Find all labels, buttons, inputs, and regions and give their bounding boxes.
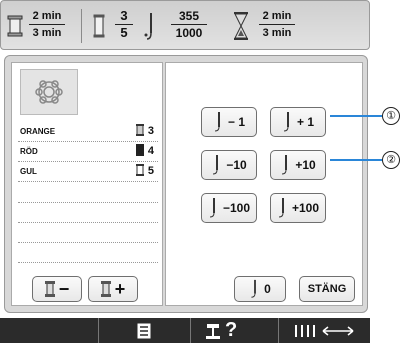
divider	[81, 9, 82, 43]
empty-row	[18, 221, 158, 223]
needle-minus-100-button[interactable]: −100	[201, 193, 257, 223]
callout-line-1	[330, 115, 382, 117]
close-button[interactable]: STÄNG	[299, 276, 355, 302]
previous-color-button[interactable]: −	[32, 276, 82, 302]
needle-icon	[282, 155, 288, 175]
elapsed-time: 2 min 3 min	[29, 8, 65, 41]
thread-spool-icon	[136, 164, 144, 176]
thread-spool-icon	[93, 14, 105, 38]
needle-plus-100-button[interactable]: +100	[270, 193, 326, 223]
color-number: 5	[147, 165, 154, 177]
needle-icon	[214, 112, 220, 132]
color-row[interactable]: GUL 5	[18, 161, 158, 182]
thread-spool-icon	[136, 124, 144, 136]
hourglass-icon	[234, 12, 248, 40]
embroidery-preview	[20, 69, 78, 115]
needle-bar-move-icon	[295, 325, 354, 337]
checklist-icon	[137, 323, 151, 339]
color-row[interactable]: RÖD 4	[18, 141, 158, 162]
thread-spool-icon	[136, 144, 144, 156]
flower-pattern-icon	[35, 80, 63, 104]
color-list-panel: ORANGE 3 RÖD 4 GUL 5 − +	[11, 62, 163, 306]
needle-icon	[213, 155, 219, 175]
color-name: GUL	[20, 167, 37, 176]
needle-plus-1-button[interactable]: + 1	[270, 107, 326, 137]
minus-icon: −	[58, 278, 70, 299]
empty-row	[18, 241, 158, 243]
needle-reset-button[interactable]: 0	[234, 276, 286, 302]
needle-icon	[278, 198, 284, 218]
needle-bar-button[interactable]	[278, 318, 370, 343]
plus-icon: +	[114, 278, 126, 299]
stitch-count: 355 1000	[171, 8, 207, 41]
needle-plus-10-button[interactable]: +10	[270, 150, 326, 180]
help-button[interactable]: ?	[190, 318, 278, 343]
color-name: RÖD	[20, 147, 38, 156]
needle-icon	[283, 112, 289, 132]
needle-control-panel: − 1 + 1 −10 +10 −100 +100 0 STÄNG	[165, 62, 363, 306]
bottom-blank-segment	[0, 318, 98, 343]
needle-icon	[251, 279, 257, 298]
empty-row	[18, 201, 158, 203]
checklist-button[interactable]	[98, 318, 190, 343]
status-bar: 2 min 3 min 3 5 355 1000 2 min 3 min	[0, 0, 370, 50]
help-icon: ?	[225, 319, 238, 341]
thread-spool-icon	[44, 281, 55, 297]
callout-line-2	[330, 159, 382, 161]
needle-minus-10-button[interactable]: −10	[201, 150, 257, 180]
callout-marker-1: ①	[382, 107, 400, 125]
empty-row	[18, 261, 158, 263]
bottom-toolbar: ?	[0, 318, 370, 343]
color-number: 3	[147, 125, 154, 137]
machine-icon	[206, 324, 220, 339]
thread-spool-icon	[100, 281, 111, 297]
main-panel: ORANGE 3 RÖD 4 GUL 5 − + − 1 + 1 −10 +10…	[4, 55, 368, 313]
color-row[interactable]: ORANGE 3	[18, 121, 158, 142]
remaining-time: 2 min 3 min	[259, 8, 295, 41]
needle-minus-1-button[interactable]: − 1	[201, 107, 257, 137]
color-number: 4	[147, 145, 154, 157]
clock-spool-icon	[7, 15, 23, 37]
next-color-button[interactable]: +	[88, 276, 138, 302]
needle-icon	[144, 13, 152, 40]
color-count: 3 5	[115, 8, 133, 41]
color-name: ORANGE	[20, 127, 56, 136]
callout-marker-2: ②	[382, 151, 400, 169]
needle-icon	[209, 198, 215, 218]
